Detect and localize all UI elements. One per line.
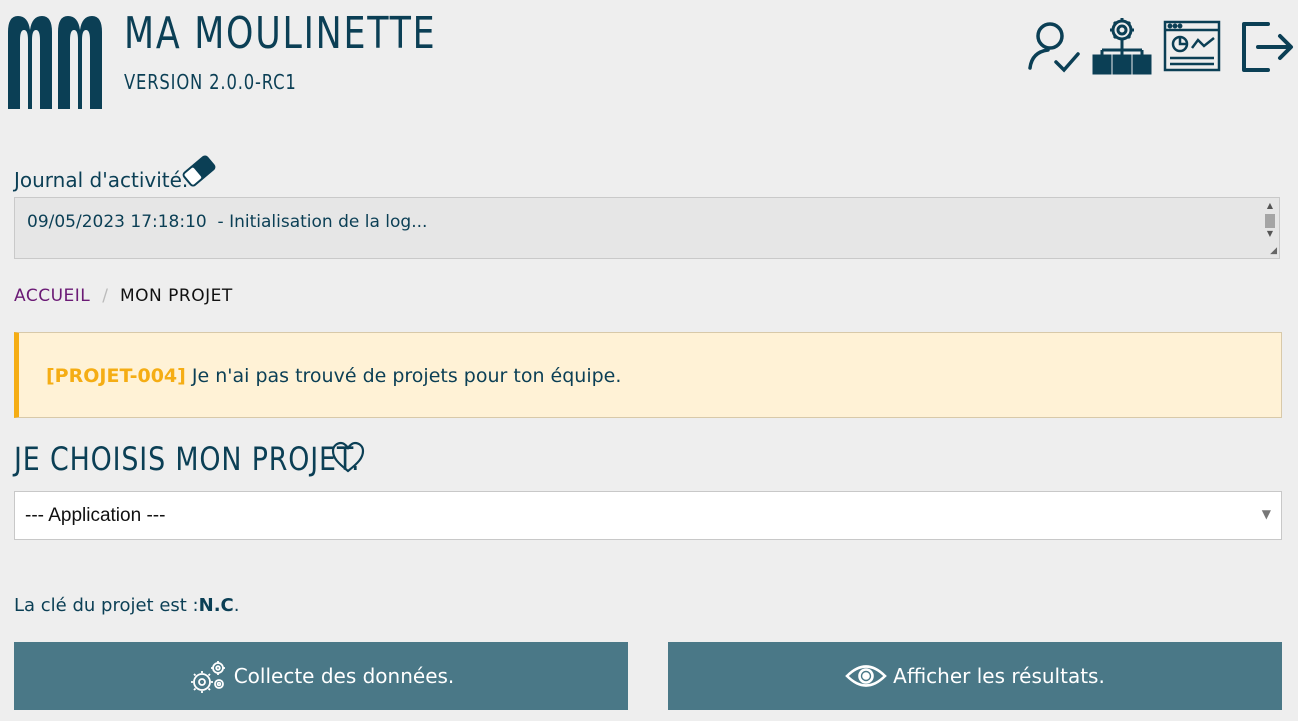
warning-alert: [PROJET-004] Je n'ai pas trouvé de proje… [14, 332, 1282, 418]
collect-data-button[interactable]: Collecte des données. [14, 642, 628, 710]
show-results-label: Afficher les résultats. [893, 664, 1105, 688]
eye-icon [845, 665, 887, 687]
project-choice-title: JE CHOISIS MON PROJET. [14, 440, 361, 478]
log-entry: 09/05/2023 17:18:10 - Initialisation de … [27, 212, 428, 232]
breadcrumb-current: MON PROJET [119, 286, 233, 306]
resize-grip-icon[interactable]: ◢ [1270, 246, 1277, 256]
breadcrumb-separator: / [102, 286, 108, 306]
alert-text: [PROJET-004] Je n'ai pas trouvé de proje… [46, 365, 621, 387]
logout-icon[interactable] [1236, 16, 1296, 76]
user-check-icon[interactable] [1024, 16, 1084, 76]
project-select-value: --- Application --- [25, 505, 166, 526]
network-settings-icon[interactable] [1092, 16, 1152, 76]
eraser-icon[interactable] [178, 150, 220, 192]
alert-code: [PROJET-004] [46, 365, 186, 387]
chevron-down-icon: ▼ [1261, 507, 1271, 521]
app-header: MA MOULINETTE VERSION 2.0.0-RC1 [0, 0, 1298, 120]
project-key-label: La clé du projet est : [14, 595, 199, 616]
mm-logo [8, 16, 102, 109]
breadcrumb: ACCUEIL / MON PROJET [14, 286, 233, 306]
project-key-value: N.C [198, 595, 234, 616]
show-results-button[interactable]: Afficher les résultats. [668, 642, 1282, 710]
project-select[interactable]: --- Application --- ▼ [14, 491, 1282, 540]
app-version: VERSION 2.0.0-RC1 [124, 70, 297, 94]
collect-data-label: Collecte des données. [233, 664, 455, 688]
app-title: MA MOULINETTE [124, 8, 437, 59]
activity-log[interactable]: 09/05/2023 17:18:10 - Initialisation de … [14, 197, 1280, 259]
alert-message: Je n'ai pas trouvé de projets pour ton é… [185, 365, 622, 387]
gears-icon [190, 661, 225, 693]
dashboard-icon[interactable] [1162, 16, 1222, 76]
project-key-line: La clé du projet est :N.C. [14, 595, 239, 616]
breadcrumb-home-link[interactable]: ACCUEIL [14, 286, 90, 306]
journal-label: Journal d'activité. [14, 168, 189, 192]
project-key-suffix: . [233, 595, 240, 616]
heart-icon [330, 440, 366, 476]
